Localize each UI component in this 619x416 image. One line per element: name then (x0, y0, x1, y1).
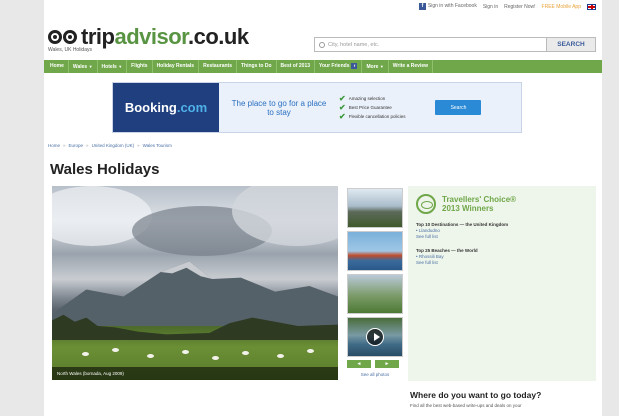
register-link[interactable]: Register Now! (504, 4, 535, 10)
facebook-icon: f (351, 63, 358, 69)
page-title: Wales Holidays (50, 161, 160, 178)
play-icon (366, 328, 384, 346)
breadcrumb-wales: Wales Tourism (142, 143, 172, 148)
booking-ad-banner[interactable]: Booking .com The place to go for a place … (112, 82, 522, 133)
nav-holiday-rentals[interactable]: Holiday Rentals (153, 60, 200, 73)
search-placeholder: City, hotel name, etc. (328, 41, 380, 48)
chevron-down-icon: ▼ (88, 64, 93, 69)
page: f Sign in with Facebook Sign in Register … (44, 0, 602, 416)
video-thumbnail[interactable] (347, 317, 403, 357)
ad-checklist: ✔ Amazing selection ✔ Best Price Guarantee… (339, 93, 406, 121)
thumbnail[interactable] (347, 274, 403, 314)
check-icon: ✔ (339, 102, 346, 112)
uk-flag-icon[interactable] (587, 3, 596, 10)
travellers-choice-icon (416, 194, 436, 214)
thumbnail[interactable] (347, 231, 403, 271)
see-full-list-link[interactable]: See full list (416, 234, 588, 240)
ad-tagline: The place to go for a place to stay (231, 98, 327, 117)
main-nav: Home Wales ▼ Hotels ▼ Flights Holiday Re… (44, 60, 602, 73)
sign-in-link[interactable]: Sign in (483, 4, 498, 10)
nav-more[interactable]: More ▼ (362, 60, 389, 73)
nav-home[interactable]: Home (46, 60, 69, 73)
owl-eyes-icon (48, 30, 77, 44)
travellers-choice-title: Travellers' Choice® 2013 Winners (442, 195, 517, 213)
search-input[interactable]: City, hotel name, etc. (314, 37, 546, 52)
nav-hotels[interactable]: Hotels ▼ (98, 60, 128, 73)
check-icon: ✔ (339, 93, 346, 103)
nav-things-to-do[interactable]: Things to Do (237, 60, 277, 73)
chevron-down-icon: ▼ (118, 64, 123, 69)
nav-restaurants[interactable]: Restaurants (199, 60, 237, 73)
photo-caption: North Wales (bornada, Aug 2009) (52, 367, 338, 380)
breadcrumb-home[interactable]: Home (48, 143, 60, 148)
search-icon (319, 41, 325, 48)
search-button[interactable]: SEARCH (546, 37, 596, 52)
see-all-photos-link[interactable]: See all photos (347, 372, 403, 377)
prev-button[interactable]: ◄ (347, 360, 371, 368)
nav-best-of-2013[interactable]: Best of 2013 (277, 60, 316, 73)
thumbnail-pager: ◄ ► (347, 360, 403, 368)
next-button[interactable]: ► (375, 360, 399, 368)
mobile-app-link[interactable]: FREE Mobile App (542, 4, 581, 10)
breadcrumb-uk[interactable]: United Kingdom (UK) (92, 143, 135, 148)
award-block: Top 25 Beaches — the World • Rhossili Ba… (416, 248, 588, 266)
hero-photo[interactable]: North Wales (bornada, Aug 2009) (52, 186, 338, 380)
nav-wales[interactable]: Wales ▼ (69, 60, 98, 73)
award-block: Top 10 Destinations — the United Kingdom… (416, 222, 588, 240)
chevron-down-icon: ▼ (379, 64, 384, 69)
logo-subtitle: Wales, UK Holidays (48, 47, 92, 53)
nav-write-review[interactable]: Write a Review (389, 60, 433, 73)
nav-flights[interactable]: Flights (127, 60, 153, 73)
breadcrumb: Home» Europe» United Kingdom (UK)» Wales… (48, 143, 172, 148)
photo-thumbnails: ◄ ► See all photos (347, 188, 403, 377)
where-to-go-text: Find all the best web-based write-ups an… (410, 403, 522, 408)
search-bar: City, hotel name, etc. SEARCH (314, 37, 596, 52)
check-icon: ✔ (339, 111, 346, 121)
ad-search-button[interactable]: Search (435, 100, 482, 115)
see-full-list-link[interactable]: See full list (416, 260, 588, 266)
booking-logo: Booking .com (113, 83, 219, 132)
facebook-signin-link[interactable]: f Sign in with Facebook (418, 3, 477, 10)
travellers-choice-panel: Travellers' Choice® 2013 Winners Top 10 … (408, 186, 596, 381)
nav-your-friends[interactable]: Your Friends f (315, 60, 363, 73)
top-account-bar: f Sign in with Facebook Sign in Register … (418, 3, 596, 10)
where-to-go-title: Where do you want to go today? (410, 390, 542, 400)
thumbnail[interactable] (347, 188, 403, 228)
breadcrumb-europe[interactable]: Europe (69, 143, 84, 148)
logo-text: tripadvisor.co.uk (81, 24, 249, 49)
facebook-icon: f (418, 3, 426, 10)
where-to-go-section: Where do you want to go today? Find all … (410, 390, 596, 409)
